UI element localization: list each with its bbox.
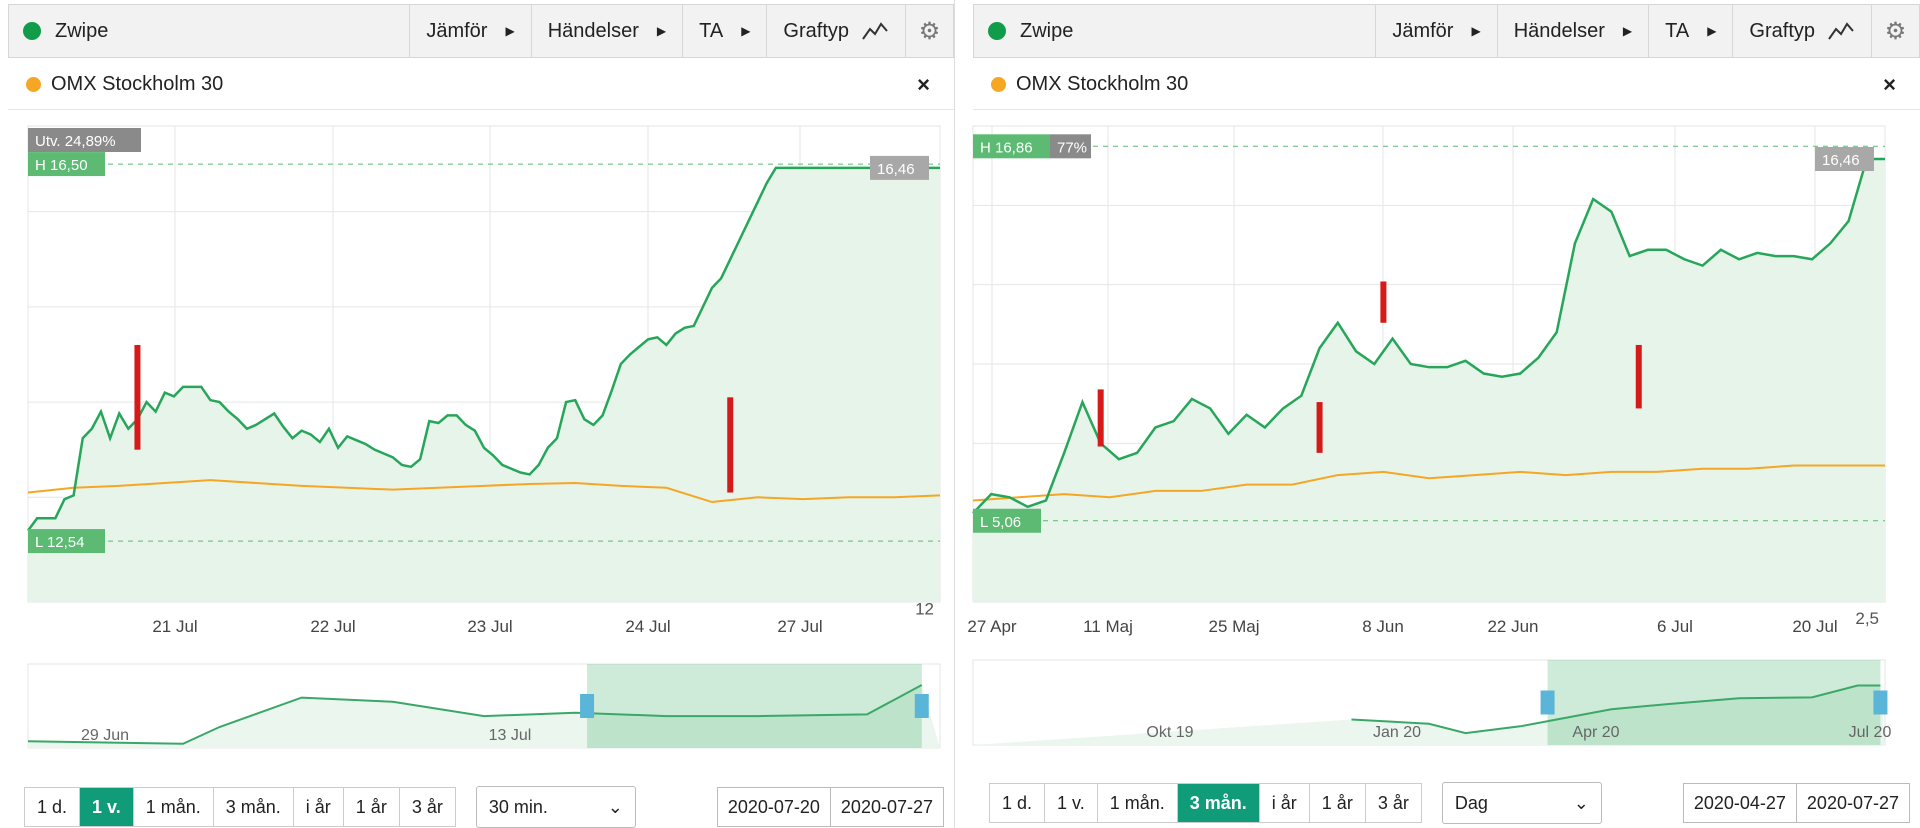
bottom-controls: 1 d. 1 v. 1 mån. 3 mån. i år 1 år 3 år 30 min.…	[24, 786, 954, 828]
x-tick-label: 20 Jul	[1792, 617, 1837, 636]
period-button[interactable]: 1 v.	[1045, 784, 1098, 822]
period-buttons: 1 d. 1 v. 1 mån. 3 mån. i år 1 år 3 år	[24, 787, 456, 827]
chart-svg[interactable]: 2,557,51012,51527 Apr11 Maj25 Maj8 Jun22…	[965, 0, 1920, 780]
navigator-label: Jan 20	[1373, 724, 1421, 741]
period-button[interactable]: 1 mån.	[133, 788, 214, 826]
navigator-handle-left	[580, 694, 595, 718]
y-tick-label: 2,5	[1855, 609, 1879, 628]
event-marker	[1316, 402, 1323, 453]
event-marker	[134, 344, 141, 450]
high-pct-badge: 77%	[1057, 139, 1087, 156]
chevron-down-icon: ⌄	[607, 796, 623, 817]
date-to[interactable]: 2020-07-27	[831, 788, 943, 826]
period-button[interactable]: 3 år	[1365, 784, 1421, 822]
period-button[interactable]: i år	[1259, 784, 1310, 822]
x-tick-label: 27 Jul	[777, 617, 822, 636]
period-button[interactable]: i år	[293, 788, 344, 826]
date-from[interactable]: 2020-07-20	[718, 788, 831, 826]
interval-select[interactable]: Dag ⌄	[1441, 782, 1602, 824]
navigator-handle-right	[1873, 690, 1888, 715]
period-button[interactable]: 3 mån.	[1177, 784, 1260, 822]
high-badge: H 16,86	[980, 139, 1033, 156]
bottom-controls: 1 d. 1 v. 1 mån. 3 mån. i år 1 år 3 år Dag ⌄ 20…	[989, 782, 1920, 824]
date-range: 2020-04-27 2020-07-27	[1682, 783, 1910, 823]
x-tick-label: 11 Maj	[1083, 617, 1133, 636]
event-marker	[1097, 389, 1104, 447]
period-button[interactable]: 1 mån.	[1097, 784, 1178, 822]
period-button[interactable]: 1 år	[343, 788, 400, 826]
chart-svg[interactable]: 121314151621 Jul22 Jul23 Jul24 Jul27 Jul…	[0, 0, 955, 780]
interval-select[interactable]: 30 min. ⌄	[475, 786, 636, 828]
navigator-handle-left	[1540, 690, 1555, 715]
period-button[interactable]: 3 mån.	[213, 788, 294, 826]
navigator-label: Jul 20	[1849, 724, 1892, 741]
period-buttons: 1 d. 1 v. 1 mån. 3 mån. i år 1 år 3 år	[989, 783, 1422, 823]
period-button[interactable]: 1 d.	[25, 788, 81, 826]
x-tick-label: 22 Jul	[310, 617, 355, 636]
x-tick-label: 21 Jul	[152, 617, 197, 636]
navigator-label: Okt 19	[1146, 724, 1193, 741]
low-badge: L 5,06	[980, 514, 1021, 531]
date-from[interactable]: 2020-04-27	[1684, 784, 1797, 822]
event-marker	[727, 397, 734, 493]
event-marker	[1380, 281, 1387, 323]
period-button[interactable]: 1 år	[1309, 784, 1366, 822]
x-tick-label: 6 Jul	[1657, 617, 1693, 636]
x-tick-label: 23 Jul	[467, 617, 512, 636]
chart-panel-right: Zwipe Jämför ▶ Händelser ▶ TA ▶ Graftyp ⚙ O…	[965, 0, 1920, 828]
navigator-label: 13 Jul	[489, 727, 532, 744]
navigator-handle-right	[914, 694, 929, 718]
y-tick-label: 12	[915, 599, 934, 618]
navigator-selection	[587, 664, 922, 748]
chevron-down-icon: ⌄	[1573, 792, 1589, 813]
date-to[interactable]: 2020-07-27	[1797, 784, 1909, 822]
interval-value: Dag	[1454, 792, 1488, 813]
navigator-label: Apr 20	[1572, 724, 1619, 741]
last-price-badge: 16,46	[1822, 152, 1860, 169]
period-button[interactable]: 1 v.	[80, 788, 134, 826]
last-price-badge: 16,46	[877, 161, 915, 178]
high-badge: H 16,50	[35, 157, 88, 174]
x-tick-label: 27 Apr	[967, 617, 1016, 636]
x-tick-label: 22 Jun	[1487, 617, 1538, 636]
chart-panel-left: Zwipe Jämför ▶ Händelser ▶ TA ▶ Graftyp ⚙ O…	[0, 0, 955, 828]
period-button[interactable]: 1 d.	[990, 784, 1046, 822]
navigator-label: 29 Jun	[81, 727, 129, 744]
low-badge: L 12,54	[35, 534, 85, 551]
x-tick-label: 8 Jun	[1362, 617, 1404, 636]
x-tick-label: 25 Maj	[1208, 617, 1259, 636]
change-badge: Utv. 24,89%	[35, 133, 116, 150]
date-range: 2020-07-20 2020-07-27	[716, 787, 944, 827]
event-marker	[1635, 344, 1642, 409]
period-button[interactable]: 3 år	[399, 788, 455, 826]
interval-value: 30 min.	[488, 796, 548, 817]
x-tick-label: 24 Jul	[625, 617, 670, 636]
